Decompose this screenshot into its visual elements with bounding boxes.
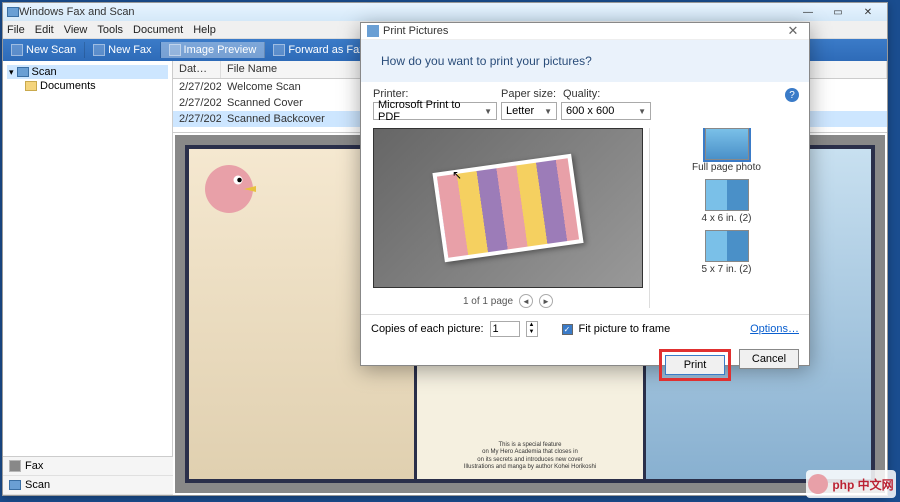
label-paper: Paper size: <box>501 88 563 100</box>
dialog-titlebar: Print Pictures ✕ <box>361 23 809 40</box>
new-scan-button[interactable]: New Scan <box>3 42 85 58</box>
copies-label: Copies of each picture: <box>371 323 484 335</box>
copies-spinner[interactable]: ▲▼ <box>526 321 538 337</box>
collapse-icon[interactable]: ▾ <box>9 67 14 78</box>
image-preview-button[interactable]: Image Preview <box>161 42 266 58</box>
folder-tree: ▾ Scan Documents Fax Scan <box>3 61 173 495</box>
preview-page <box>373 128 643 288</box>
tree-bottom-tabs: Fax Scan <box>3 456 173 495</box>
layout-full-page[interactable]: Full page photo <box>656 128 797 173</box>
forward-fax-icon <box>273 44 285 56</box>
dialog-body: ? Printer: Paper size: Quality: Microsof… <box>361 82 809 314</box>
forward-fax-button[interactable]: Forward as Fax <box>265 42 373 58</box>
tree-documents[interactable]: Documents <box>7 79 168 93</box>
dialog-title-text: Print Pictures <box>383 25 448 37</box>
prev-page-button[interactable]: ◄ <box>519 294 533 308</box>
chevron-down-icon: ▼ <box>484 107 492 116</box>
label-quality: Quality: <box>563 88 683 100</box>
scan-folder-icon <box>17 67 29 77</box>
dialog-buttons: Print Cancel <box>361 343 809 391</box>
fax-icon <box>93 44 105 56</box>
thumb-image <box>705 230 749 262</box>
copies-input[interactable] <box>490 321 520 337</box>
preview-rotated-image <box>432 154 583 263</box>
print-preview: 1 of 1 page ◄ ► <box>373 128 643 308</box>
bottom-fax-tab[interactable]: Fax <box>3 457 173 476</box>
bottom-scan-tab[interactable]: Scan <box>3 476 173 495</box>
character-bird-icon <box>199 159 259 219</box>
fax-icon <box>9 460 21 472</box>
thumb-label: Full page photo <box>656 162 797 173</box>
cancel-button[interactable]: Cancel <box>739 349 799 369</box>
tree-documents-label: Documents <box>40 80 96 92</box>
menu-file[interactable]: File <box>7 24 25 36</box>
print-button[interactable]: Print <box>665 355 725 375</box>
menu-help[interactable]: Help <box>193 24 216 36</box>
watermark-text: php 中文网 <box>832 476 893 493</box>
help-icon[interactable]: ? <box>785 88 799 102</box>
menu-tools[interactable]: Tools <box>97 24 123 36</box>
thumb-image <box>705 179 749 211</box>
app-icon <box>7 7 19 17</box>
watermark: php 中文网 <box>806 470 896 498</box>
quality-combo[interactable]: 600 x 600▼ <box>561 102 651 120</box>
print-icon <box>367 25 379 37</box>
close-button[interactable]: ✕ <box>853 4 883 20</box>
scan-icon <box>11 44 23 56</box>
menu-view[interactable]: View <box>64 24 88 36</box>
fit-checkbox[interactable]: ✓ <box>562 324 573 335</box>
menu-edit[interactable]: Edit <box>35 24 54 36</box>
chevron-down-icon: ▼ <box>638 107 646 116</box>
new-fax-button[interactable]: New Fax <box>85 42 160 58</box>
minimize-button[interactable]: — <box>793 4 823 20</box>
titlebar: Windows Fax and Scan — ▭ ✕ <box>3 3 887 21</box>
printer-combo[interactable]: Microsoft Print to PDF▼ <box>373 102 497 120</box>
pager: 1 of 1 page ◄ ► <box>373 294 643 308</box>
options-link[interactable]: Options… <box>750 323 799 335</box>
folder-icon <box>25 81 37 91</box>
watermark-logo-icon <box>808 474 828 494</box>
highlight-annotation: Print <box>659 349 731 381</box>
tree-scan-label: Scan <box>32 66 57 78</box>
layout-thumbs: Full page photo 4 x 6 in. (2) 5 x 7 in. … <box>649 128 797 308</box>
dialog-close-button[interactable]: ✕ <box>783 23 803 39</box>
tree-scan[interactable]: ▾ Scan <box>7 65 168 79</box>
print-pictures-dialog: Print Pictures ✕ How do you want to prin… <box>360 22 810 366</box>
menu-document[interactable]: Document <box>133 24 183 36</box>
thumb-image <box>705 128 749 160</box>
chevron-down-icon: ▼ <box>544 107 552 116</box>
dialog-footer: Copies of each picture: ▲▼ ✓ Fit picture… <box>361 314 809 343</box>
dialog-banner: How do you want to print your pictures? <box>361 40 809 82</box>
paper-combo[interactable]: Letter▼ <box>501 102 557 120</box>
app-title: Windows Fax and Scan <box>19 6 135 18</box>
thumb-label: 5 x 7 in. (2) <box>656 264 797 275</box>
maximize-button[interactable]: ▭ <box>823 4 853 20</box>
layout-4x6[interactable]: 4 x 6 in. (2) <box>656 179 797 224</box>
thumb-label: 4 x 6 in. (2) <box>656 213 797 224</box>
preview-icon <box>169 44 181 56</box>
scan-icon <box>9 480 21 490</box>
fit-label: Fit picture to frame <box>579 323 671 335</box>
pager-text: 1 of 1 page <box>463 296 513 307</box>
col-date[interactable]: Dat… <box>173 61 221 78</box>
layout-5x7[interactable]: 5 x 7 in. (2) <box>656 230 797 275</box>
next-page-button[interactable]: ► <box>539 294 553 308</box>
